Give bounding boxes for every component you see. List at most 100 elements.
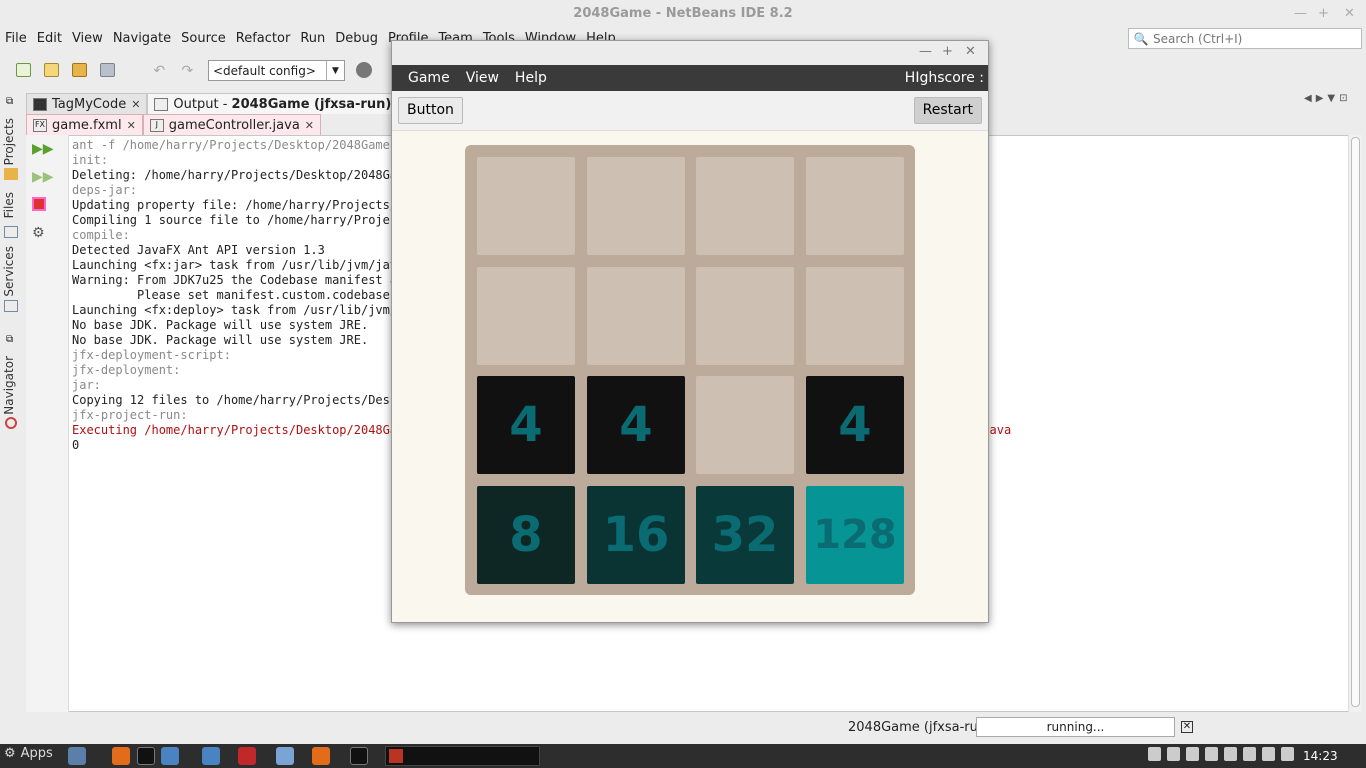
search-input[interactable] xyxy=(1153,31,1353,46)
tab-label: Output - 2048Game (jfxsa-run) xyxy=(173,97,391,112)
scroll-left-icon[interactable]: ◀ xyxy=(1304,93,1312,104)
projects-icon xyxy=(4,168,18,180)
new-project-button[interactable] xyxy=(40,59,62,81)
close-tab-icon[interactable]: ✕ xyxy=(131,98,140,111)
save-all-button[interactable] xyxy=(96,59,118,81)
menu-run[interactable]: Run xyxy=(295,28,330,50)
firefox-icon[interactable] xyxy=(112,747,130,765)
security-icon[interactable] xyxy=(1243,747,1256,761)
highscore-label: HIghscore : xyxy=(904,70,984,86)
new-file-button[interactable] xyxy=(12,59,34,81)
button[interactable]: Button xyxy=(398,97,463,124)
tab-label-prefix: Output - xyxy=(173,96,232,112)
side-tab-services[interactable]: Services xyxy=(2,246,16,297)
folder-icon[interactable] xyxy=(202,747,220,765)
side-tab-navigator[interactable]: Navigator xyxy=(2,356,16,415)
menu-file[interactable]: File xyxy=(0,28,32,50)
user-icon[interactable] xyxy=(1148,747,1161,761)
netbeans-icon[interactable] xyxy=(276,747,294,765)
restart-button[interactable]: Restart xyxy=(913,97,982,124)
empty-tile xyxy=(477,157,575,255)
close-tab-icon[interactable]: ✕ xyxy=(305,119,314,132)
terminal-window-icon[interactable] xyxy=(350,747,368,765)
minimize-icon[interactable]: — xyxy=(919,44,932,59)
java-file-icon: J xyxy=(149,118,164,132)
apps-button[interactable]: ⚙ Apps xyxy=(4,746,53,761)
system-tray xyxy=(1148,747,1294,761)
redo-button[interactable]: ↷ xyxy=(178,59,200,81)
undo-button[interactable]: ↶ xyxy=(150,59,172,81)
settings-icon[interactable]: ⚙ xyxy=(32,225,50,243)
menu-refactor[interactable]: Refactor xyxy=(231,28,296,50)
navigator-icon xyxy=(5,417,17,429)
search-box[interactable]: 🔍 xyxy=(1128,28,1362,49)
menu-source[interactable]: Source xyxy=(176,28,231,50)
files-icon[interactable] xyxy=(161,747,179,765)
output-gutter: ▶▶ ▶▶ ⚙ xyxy=(26,135,69,712)
progress-bar: running... xyxy=(976,717,1175,737)
tab-game-controller[interactable]: J gameController.java ✕ xyxy=(142,114,322,135)
tab-label: game.fxml xyxy=(52,117,122,133)
battery-icon[interactable] xyxy=(1224,747,1237,761)
clipboard-icon[interactable] xyxy=(1167,747,1180,761)
tab-game-fxml[interactable]: FX game.fxml ✕ xyxy=(26,114,143,135)
rerun-different-icon[interactable]: ▶▶ xyxy=(32,169,54,187)
browser-globe-icon[interactable] xyxy=(356,62,372,78)
tab-tagmycode[interactable]: TagMyCode ✕ xyxy=(26,93,148,114)
scroll-right-icon[interactable]: ▶ xyxy=(1316,93,1324,104)
maximize-panel-icon[interactable]: ⊡ xyxy=(1339,93,1347,104)
menu-view[interactable]: View xyxy=(67,28,108,50)
gear-icon: ⚙ xyxy=(4,746,16,761)
side-rail: ⧉ Projects Files Services ⧉ Navigator xyxy=(0,92,24,712)
game-menu-view[interactable]: View xyxy=(458,70,507,86)
shield-icon[interactable] xyxy=(238,747,256,765)
empty-tile xyxy=(696,267,794,365)
scrollbar-thumb[interactable] xyxy=(1351,137,1360,707)
game-menu-help[interactable]: Help xyxy=(507,70,555,86)
show-desktop-icon[interactable] xyxy=(68,747,86,765)
empty-tile xyxy=(696,157,794,255)
maximize-icon[interactable]: + xyxy=(942,44,953,59)
tile-4: 4 xyxy=(477,376,575,474)
game-window: — + ✕ Game View Help HIghscore : Button Re… xyxy=(391,40,989,623)
menu-edit[interactable]: Edit xyxy=(32,28,67,50)
stop-icon[interactable] xyxy=(32,197,46,211)
close-tab-icon[interactable]: ✕ xyxy=(127,119,136,132)
close-icon[interactable]: ✕ xyxy=(1344,6,1355,21)
config-value: <default config> xyxy=(213,63,316,78)
restore-window-icon[interactable]: ⧉ xyxy=(6,334,13,345)
empty-tile xyxy=(587,157,685,255)
cancel-task-icon[interactable]: ✕ xyxy=(1181,721,1193,733)
maximize-icon[interactable]: + xyxy=(1318,6,1329,21)
empty-tile xyxy=(477,267,575,365)
game-toolbar: Button Restart xyxy=(392,91,988,131)
game-board: 4 4 4 8 16 32 128 xyxy=(465,145,915,595)
empty-tile xyxy=(696,376,794,474)
vertical-scrollbar[interactable] xyxy=(1348,135,1362,712)
side-tab-projects[interactable]: Projects xyxy=(2,118,16,165)
notification-icon[interactable] xyxy=(1281,747,1294,761)
taskbar-window-button[interactable] xyxy=(385,746,540,766)
firefox-window-icon[interactable] xyxy=(312,747,330,765)
game-title-bar[interactable]: — + ✕ xyxy=(392,41,988,65)
menu-navigate[interactable]: Navigate xyxy=(108,28,176,50)
wifi-icon[interactable] xyxy=(1186,747,1199,761)
chevron-down-icon: ▼ xyxy=(326,61,344,80)
menu-debug[interactable]: Debug xyxy=(330,28,383,50)
fxml-file-icon: FX xyxy=(33,118,47,132)
rerun-icon[interactable]: ▶▶ xyxy=(32,141,54,159)
minimize-icon[interactable]: — xyxy=(1294,6,1307,21)
side-tab-files[interactable]: Files xyxy=(2,192,16,218)
tab-label: TagMyCode xyxy=(52,96,127,112)
run-status-label: 2048Game (jfxsa-run) xyxy=(848,720,992,735)
chevron-down-icon[interactable]: ▼ xyxy=(1327,93,1335,104)
volume-icon[interactable] xyxy=(1205,747,1218,761)
game-menu-game[interactable]: Game xyxy=(400,70,458,86)
tab-output[interactable]: Output - 2048Game (jfxsa-run) ✕ xyxy=(147,93,413,114)
restore-window-icon[interactable]: ⧉ xyxy=(6,96,13,107)
close-icon[interactable]: ✕ xyxy=(965,44,976,59)
open-project-button[interactable] xyxy=(68,59,90,81)
bluetooth-icon[interactable] xyxy=(1262,747,1275,761)
config-select[interactable]: <default config> ▼ xyxy=(208,60,345,81)
terminal-icon[interactable] xyxy=(137,747,155,765)
